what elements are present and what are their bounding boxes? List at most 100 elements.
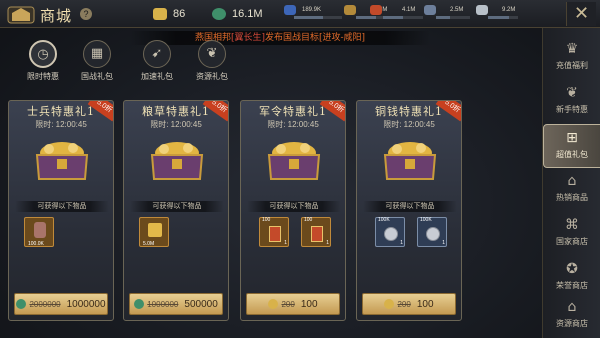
buy-button[interactable]: 1000000 500000	[129, 293, 223, 315]
soldier-icon	[34, 222, 46, 238]
sidebar-item-value-pack[interactable]: ⊞ 超值礼包	[543, 124, 600, 168]
building-icon: ⌘	[565, 217, 579, 233]
sale-price: 500000	[184, 298, 218, 310]
sidebar-item-label: 荣誉商店	[556, 281, 588, 290]
original-price: 200	[281, 299, 295, 309]
help-button[interactable]: ?	[80, 8, 92, 20]
treasure-chest-icon	[383, 142, 437, 180]
sale-price: 1000000	[66, 298, 106, 310]
sidebar-item-recharge[interactable]: ♛ 充值福利	[543, 36, 600, 80]
card-timer: 限时: 12:00:45	[35, 120, 87, 129]
tab-label: 国战礼包	[81, 72, 113, 81]
reward-item[interactable]: 5.0M	[139, 217, 169, 247]
gold-value: 86	[173, 8, 186, 20]
item-quantity: 100	[304, 217, 313, 223]
reward-item[interactable]: 100K 1	[375, 217, 405, 247]
food-icon	[284, 5, 296, 15]
card-timer: 限时: 12:00:45	[383, 120, 435, 129]
buy-button[interactable]: 200 100	[362, 293, 456, 315]
offer-card-copper[interactable]: 铜钱特惠礼1 5.0折 限时: 12:00:45 可获得以下物品 100K 1 …	[356, 100, 462, 321]
silver-icon	[212, 8, 226, 20]
card-timer: 限时: 12:00:45	[150, 120, 202, 129]
treasure-chest-icon	[150, 142, 204, 180]
tab-label: 资源礼包	[196, 72, 228, 81]
tab-label: 限时特惠	[27, 72, 59, 81]
treasure-chest-icon	[35, 142, 89, 180]
treasure-chest-icon	[267, 142, 321, 180]
items-heading: 可获得以下物品	[247, 201, 341, 212]
tab-limited-offer[interactable]: ◷ 限时特惠	[20, 40, 66, 84]
copper-coin-icon	[426, 227, 440, 241]
feather-icon	[476, 5, 488, 15]
tab-war-pack[interactable]: ▦ 国战礼包	[74, 40, 120, 84]
original-price: 200	[397, 299, 411, 309]
gold-resource[interactable]: 86	[153, 6, 185, 22]
sidebar-item-nation-shop[interactable]: ⌘ 国家商店	[543, 212, 600, 256]
shop-screen: 商城 ? 86 16.1M 189.9K 5.6M 4.1M 2.5M	[0, 0, 600, 338]
speed-icon: ➹	[143, 40, 171, 68]
gold-icon	[153, 8, 167, 20]
close-icon: ✕	[573, 3, 590, 23]
house-icon: ⌂	[567, 299, 577, 315]
shop-logo-icon	[7, 6, 35, 24]
reward-item[interactable]: 100 1	[259, 217, 289, 247]
gold-coin-icon	[384, 299, 395, 309]
food-value: 189.9K	[302, 7, 322, 13]
iron-icon	[370, 5, 382, 15]
clock-icon: ◷	[29, 40, 57, 68]
gold-coin-icon	[268, 299, 279, 309]
leaf-icon: ❦	[566, 85, 578, 101]
banner-name: [翼长生]	[230, 33, 265, 43]
silver-value: 16.1M	[232, 8, 263, 20]
wheat-icon	[148, 223, 162, 237]
sidebar-item-label: 超值礼包	[556, 150, 588, 159]
copper-coin-icon	[384, 227, 398, 241]
offer-card-order[interactable]: 军令特惠礼1 5.0折 限时: 12:00:45 可获得以下物品 100 1 1…	[240, 100, 346, 321]
sidebar-item-label: 资源商店	[556, 319, 588, 328]
item-quantity: 100K	[378, 217, 390, 223]
buy-button[interactable]: 200 100	[246, 293, 340, 315]
sidebar-item-label: 热销商品	[556, 193, 588, 202]
page-title: 商城	[40, 7, 73, 25]
reward-item[interactable]: 100K 1	[417, 217, 447, 247]
banner-suffix: 发布国战目标[进攻-咸阳]	[264, 33, 366, 43]
top-bar: 商城 ? 86 16.1M 189.9K 5.6M 4.1M 2.5M	[0, 0, 600, 28]
leaf-icon: ❦	[198, 40, 226, 68]
sidebar-item-hot[interactable]: ⌂ 热销商品	[543, 168, 600, 212]
gift-icon: ⊞	[566, 130, 578, 146]
item-count: 1	[326, 240, 329, 246]
close-button[interactable]: ✕	[566, 2, 596, 26]
silver-resource[interactable]: 16.1M	[212, 6, 263, 22]
order-scroll-icon	[269, 226, 281, 242]
iron-value: 4.1M	[402, 7, 416, 13]
pagoda-icon: ⌂	[567, 173, 577, 189]
food-bar	[294, 16, 342, 19]
original-price: 1000000	[147, 299, 179, 309]
feather-bar	[488, 16, 518, 19]
copper-bar	[436, 16, 470, 19]
tab-resource-pack[interactable]: ❦ 资源礼包	[189, 40, 235, 84]
sidebar-item-label: 新手特惠	[556, 105, 588, 114]
category-sidebar: ♛ 充值福利 ❦ 新手特惠 ⊞ 超值礼包 ⌂ 热销商品 ⌘ 国家商店 ✪ 荣誉商…	[542, 28, 600, 338]
grid-icon: ▦	[83, 40, 111, 68]
silver-coin-icon	[16, 299, 27, 309]
item-count: 1	[442, 240, 445, 246]
tab-label: 加速礼包	[141, 72, 173, 81]
item-count: 1	[400, 240, 403, 246]
items-heading: 可获得以下物品	[130, 201, 224, 212]
offer-card-soldier[interactable]: 士兵特惠礼1 5.0折 限时: 12:00:45 可获得以下物品 100.0K …	[8, 100, 114, 321]
buy-button[interactable]: 2000000 1000000	[14, 293, 108, 315]
offer-card-food[interactable]: 粮草特惠礼1 5.0折 限时: 12:00:45 可获得以下物品 5.0M 10…	[123, 100, 229, 321]
medal-icon: ✪	[566, 261, 578, 277]
sidebar-item-newbie[interactable]: ❦ 新手特惠	[543, 80, 600, 124]
crown-icon: ♛	[565, 41, 579, 57]
wood-icon	[344, 5, 356, 15]
reward-item[interactable]: 100.0K	[24, 217, 54, 247]
reward-item[interactable]: 100 1	[301, 217, 331, 247]
sidebar-item-resource-shop[interactable]: ⌂ 资源商店	[543, 294, 600, 338]
sidebar-item-label: 充值福利	[556, 61, 588, 70]
item-quantity: 100K	[420, 217, 432, 223]
sale-price: 100	[300, 298, 318, 310]
tab-speed-pack[interactable]: ➹ 加速礼包	[134, 40, 180, 84]
sale-price: 100	[416, 298, 434, 310]
